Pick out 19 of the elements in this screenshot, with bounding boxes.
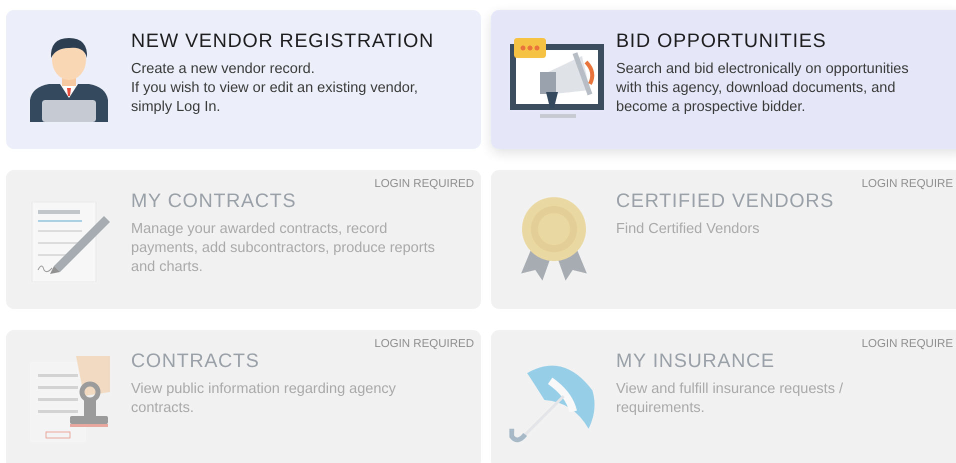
- card-title: CERTIFIED VENDORS: [616, 190, 836, 213]
- card-title: NEW VENDOR REGISTRATION: [131, 30, 435, 53]
- card-description: View and fulfill insurance requests / requirements.: [616, 380, 844, 418]
- card-background[interactable]: BID OPPORTUNITIES Search and bid electronically on opportunities with this agency, download documents, and become a prospective bidder.: [491, 10, 956, 149]
- card-description: Search and bid electronically on opportunities with this agency, download documents, and become a prospective bidder.: [616, 60, 910, 117]
- card-background[interactable]: NEW VENDOR REGISTRATION Create a new vendor record. If you wish to view or edit an existing vendor, simply Log In.: [6, 10, 481, 149]
- card-title: CONTRACTS: [131, 350, 261, 373]
- card-title: MY CONTRACTS: [131, 190, 298, 213]
- card-title: BID OPPORTUNITIES: [616, 30, 828, 53]
- card-description: View public information regarding agency contracts.: [131, 380, 397, 418]
- card-description: Manage your awarded contracts, record payments, add subcontractors, produce reports and charts.: [131, 220, 436, 277]
- card-description: If you wish to view or edit an existing vendor, simply Log In.: [131, 79, 419, 117]
- login-required-label: LOGIN REQUIRED: [374, 178, 474, 190]
- card-title: MY INSURANCE: [616, 350, 776, 373]
- login-required-label: LOGIN REQUIRE: [862, 338, 953, 350]
- login-required-label: LOGIN REQUIRE: [862, 178, 953, 190]
- card-description: Find Certified Vendors: [616, 220, 760, 239]
- card-description: Create a new vendor record.: [131, 60, 316, 79]
- login-required-label: LOGIN REQUIRED: [374, 338, 474, 350]
